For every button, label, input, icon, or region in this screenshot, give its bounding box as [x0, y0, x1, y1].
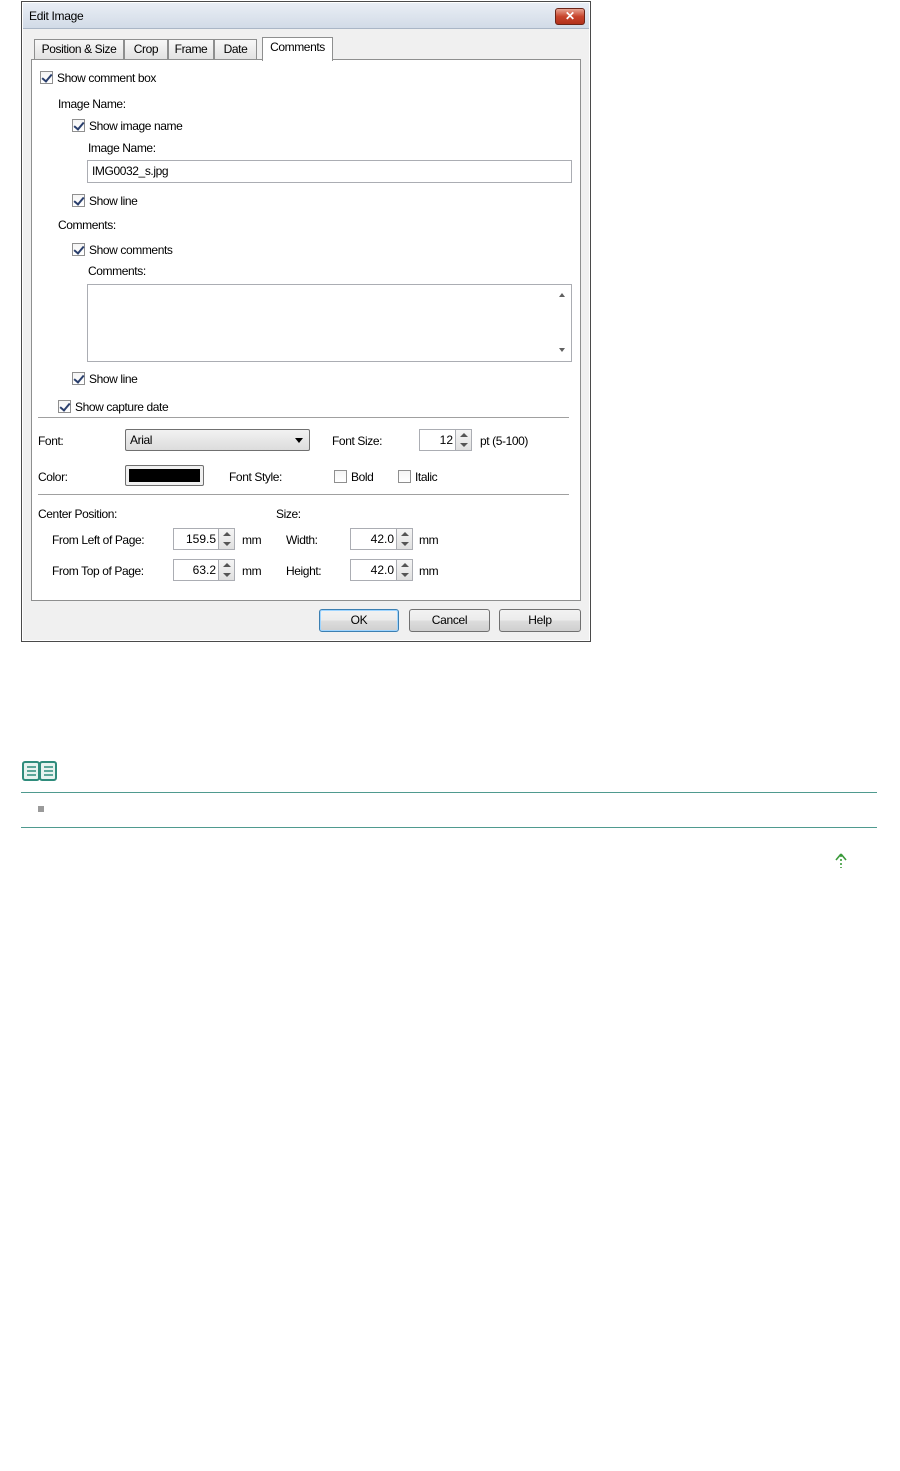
window-title: Edit Image	[29, 9, 84, 23]
width-input[interactable]: 42.0	[350, 528, 397, 550]
show-line-label-2: Show line	[89, 372, 138, 386]
font-size-label: Font Size:	[332, 434, 383, 448]
height-unit: mm	[419, 564, 439, 578]
spin-down-icon[interactable]	[401, 542, 409, 546]
close-button[interactable]: ✕	[555, 8, 585, 25]
image-name-field-label: Image Name:	[88, 141, 156, 155]
tab-position-size[interactable]: Position & Size	[34, 39, 124, 59]
font-size-spinner[interactable]	[455, 429, 472, 451]
spin-down-icon[interactable]	[460, 443, 468, 447]
note-book-icon	[21, 759, 58, 783]
scroll-up-arrow-icon[interactable]	[559, 293, 565, 297]
width-unit: mm	[419, 533, 439, 547]
dropdown-arrow-icon	[295, 438, 303, 443]
ok-button[interactable]: OK	[319, 609, 399, 632]
width-spinner[interactable]	[396, 528, 413, 550]
spin-down-icon[interactable]	[401, 573, 409, 577]
from-left-unit: mm	[242, 533, 262, 547]
color-picker-button[interactable]	[125, 465, 204, 486]
show-capture-date-label: Show capture date	[75, 400, 169, 414]
edit-image-dialog: Edit Image ✕ Position & Size Crop Frame …	[21, 1, 591, 642]
height-spinner[interactable]	[396, 559, 413, 581]
tab-crop[interactable]: Crop	[124, 39, 168, 59]
show-line-label-1: Show line	[89, 194, 138, 208]
show-comment-box-checkbox[interactable]	[40, 71, 53, 84]
show-comment-box-label: Show comment box	[57, 71, 156, 85]
comments-panel: Show comment box Image Name: Show image …	[31, 59, 581, 601]
spin-up-icon[interactable]	[401, 563, 409, 567]
from-top-input[interactable]: 63.2	[173, 559, 219, 581]
spin-up-icon[interactable]	[223, 532, 231, 536]
spin-up-icon[interactable]	[460, 433, 468, 437]
show-line-checkbox-2[interactable]	[72, 372, 85, 385]
note-bullet-icon	[38, 806, 44, 812]
spin-up-icon[interactable]	[401, 532, 409, 536]
from-top-unit: mm	[242, 564, 262, 578]
cancel-button[interactable]: Cancel	[409, 609, 490, 632]
center-position-label: Center Position:	[38, 507, 117, 521]
show-capture-date-checkbox[interactable]	[58, 400, 71, 413]
image-name-input[interactable]: IMG0032_s.jpg	[87, 160, 572, 183]
title-bar[interactable]: Edit Image ✕	[23, 3, 589, 29]
tab-date[interactable]: Date	[214, 39, 257, 59]
tab-comments[interactable]: Comments	[262, 37, 333, 61]
divider-1	[38, 417, 569, 419]
italic-label: Italic	[415, 470, 438, 484]
show-image-name-checkbox[interactable]	[72, 119, 85, 132]
font-select[interactable]: Arial	[125, 429, 310, 451]
height-label: Height:	[286, 564, 322, 578]
spin-down-icon[interactable]	[223, 542, 231, 546]
comments-textarea[interactable]	[87, 284, 572, 362]
font-style-label: Font Style:	[229, 470, 282, 484]
height-input[interactable]: 42.0	[350, 559, 397, 581]
color-swatch	[129, 469, 200, 482]
back-to-top-arrow-icon[interactable]	[835, 853, 847, 869]
scroll-down-arrow-icon[interactable]	[559, 348, 565, 352]
spin-up-icon[interactable]	[223, 563, 231, 567]
from-left-label: From Left of Page:	[52, 533, 145, 547]
from-top-label: From Top of Page:	[52, 564, 144, 578]
size-label: Size:	[276, 507, 301, 521]
divider-2	[38, 494, 569, 496]
show-image-name-label: Show image name	[89, 119, 183, 133]
tab-frame[interactable]: Frame	[168, 39, 214, 59]
bold-label: Bold	[351, 470, 374, 484]
from-top-spinner[interactable]	[218, 559, 235, 581]
note-top-rule	[21, 792, 877, 793]
font-size-range-text: pt (5-100)	[480, 434, 529, 448]
color-label: Color:	[38, 470, 68, 484]
note-bottom-rule	[21, 827, 877, 828]
from-left-spinner[interactable]	[218, 528, 235, 550]
font-select-value: Arial	[130, 433, 153, 447]
spin-down-icon[interactable]	[223, 573, 231, 577]
italic-checkbox[interactable]	[398, 470, 411, 483]
font-label: Font:	[38, 434, 64, 448]
from-left-input[interactable]: 159.5	[173, 528, 219, 550]
width-label: Width:	[286, 533, 318, 547]
comments-scrollbar[interactable]	[554, 285, 571, 361]
show-comments-checkbox[interactable]	[72, 243, 85, 256]
show-line-checkbox-1[interactable]	[72, 194, 85, 207]
bold-checkbox[interactable]	[334, 470, 347, 483]
help-button[interactable]: Help	[499, 609, 581, 632]
show-comments-label: Show comments	[89, 243, 173, 257]
comments-group-label: Comments:	[58, 218, 116, 232]
comments-field-label: Comments:	[88, 264, 146, 278]
image-name-group-label: Image Name:	[58, 97, 126, 111]
font-size-input[interactable]: 12	[419, 429, 456, 451]
